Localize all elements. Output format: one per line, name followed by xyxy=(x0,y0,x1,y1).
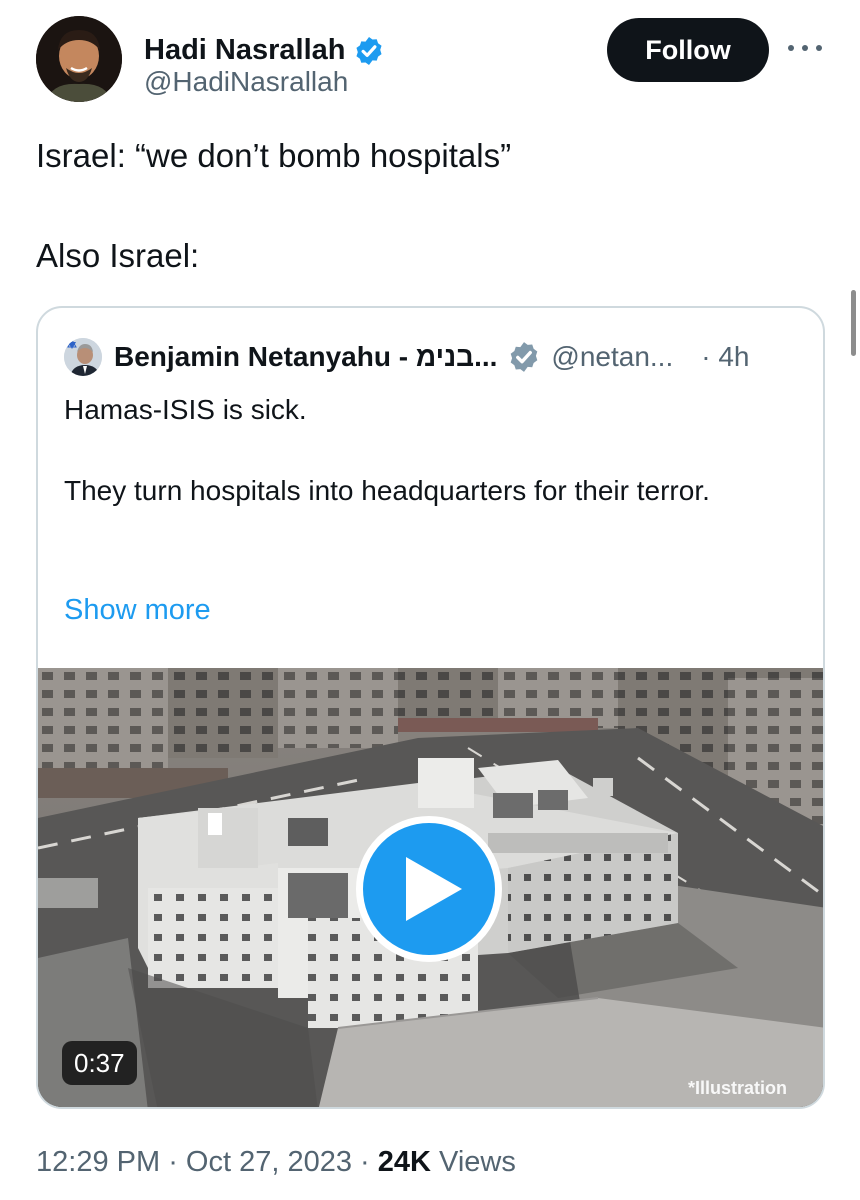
verified-badge-icon xyxy=(356,36,383,65)
quoted-tweet-header: Benjamin Netanyahu - בנימ... @netan... ·… xyxy=(64,336,814,378)
meta-separator: · xyxy=(160,1146,186,1178)
quoted-text-paragraph: They turn hospitals into headquarters fo… xyxy=(64,475,710,506)
quoted-tweet-time[interactable]: · 4h xyxy=(701,341,749,373)
follow-button[interactable]: Follow xyxy=(607,18,769,82)
quoted-text-paragraph: Hamas-ISIS is sick. xyxy=(64,394,307,425)
views-count[interactable]: 24K xyxy=(378,1146,431,1178)
quoted-tweet[interactable]: Benjamin Netanyahu - בנימ... @netan... ·… xyxy=(36,306,825,1109)
tweet-time[interactable]: 12:29 PM xyxy=(36,1146,160,1178)
play-icon xyxy=(406,857,462,921)
tweet-meta: 12:29 PM · Oct 27, 2023 · 24K Views xyxy=(36,1146,516,1179)
author-name[interactable]: Hadi Nasrallah xyxy=(144,34,385,67)
author-avatar[interactable] xyxy=(36,16,122,102)
tweet-text-line: Also Israel: xyxy=(36,237,200,274)
author-name-text: Hadi Nasrallah xyxy=(144,34,346,66)
show-more-link[interactable]: Show more xyxy=(64,594,211,627)
play-button[interactable] xyxy=(356,816,502,962)
quoted-author-name[interactable]: Benjamin Netanyahu - בנימ... xyxy=(114,341,497,373)
tweet-text-line: Israel: “we don’t bomb hospitals” xyxy=(36,137,512,174)
quoted-author-handle[interactable]: @netan... xyxy=(551,341,673,373)
video-duration: 0:37 xyxy=(62,1041,137,1085)
gray-verified-badge-icon xyxy=(511,342,538,372)
quoted-tweet-text: Hamas-ISIS is sick. They turn hospitals … xyxy=(64,388,804,550)
quoted-author-avatar[interactable] xyxy=(64,338,102,376)
video-watermark: *Illustration xyxy=(688,1078,788,1098)
scrollbar[interactable] xyxy=(851,290,856,356)
views-label: Views xyxy=(430,1146,516,1178)
tweet-date[interactable]: Oct 27, 2023 xyxy=(186,1146,352,1178)
more-options-icon[interactable] xyxy=(788,38,822,58)
tweet-header: Hadi Nasrallah @HadiNasrallah Follow xyxy=(36,16,826,106)
video-player[interactable]: 0:37 *Illustration xyxy=(38,668,823,1107)
meta-separator: · xyxy=(351,1146,378,1178)
author-handle[interactable]: @HadiNasrallah xyxy=(144,66,348,98)
